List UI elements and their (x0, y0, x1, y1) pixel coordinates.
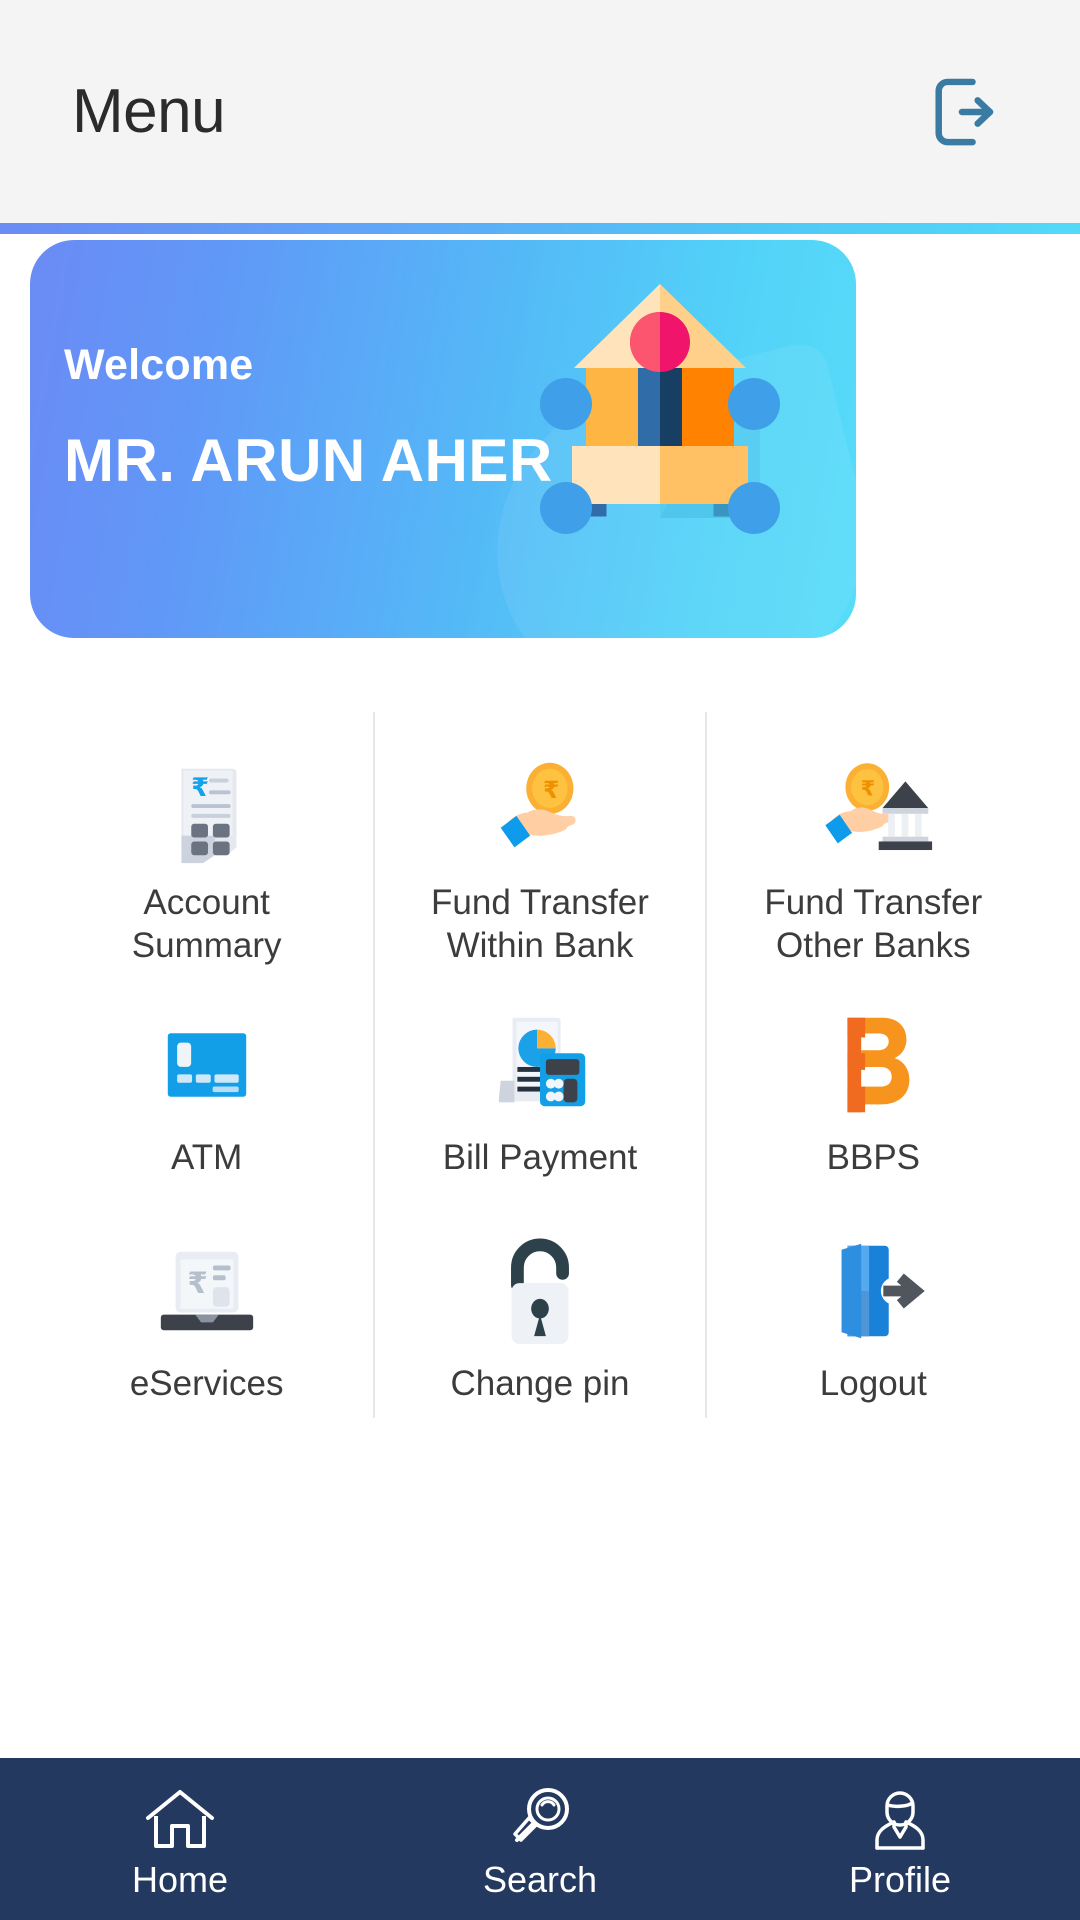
menu-tile-atm[interactable]: ATM (40, 967, 374, 1193)
header-accent-bar (0, 223, 1080, 234)
bottom-navigation-bar: Home Search Profile (0, 1758, 1080, 1920)
hand-rupee-coin-icon: ₹ (474, 744, 606, 876)
hand-coin-bank-icon: ₹ (807, 744, 939, 876)
menu-tile-label-line1: Fund Transfer (431, 883, 649, 922)
menu-tile-label: ATM (171, 1138, 243, 1178)
menu-tile-label-line1: Fund Transfer (764, 883, 983, 922)
menu-tile-label: eServices (129, 1363, 284, 1403)
menu-tile-label: Bill Payment (442, 1138, 638, 1178)
menu-tile-label: Fund Transfer Within Bank (431, 882, 649, 967)
app-header: Menu (0, 0, 1080, 223)
nav-item-label: Search (482, 1859, 598, 1900)
nav-item-home[interactable]: Home (0, 1780, 360, 1898)
page-title: Menu (72, 76, 226, 146)
menu-tile-label: Logout (819, 1363, 927, 1403)
nav-item-search[interactable]: Search (360, 1780, 720, 1898)
logout-icon (935, 78, 994, 145)
svg-text:₹: ₹ (861, 777, 876, 801)
receipt-rupee-icon: ₹ (141, 744, 273, 876)
bank-building-network-icon (540, 284, 780, 534)
menu-tile-bbps[interactable]: BBPS (706, 967, 1040, 1193)
menu-grid: ₹ Account Summary ₹ Fund Transfer Within… (40, 712, 1040, 1419)
menu-tile-label: BBPS (826, 1138, 921, 1178)
nav-item-label: Home (131, 1859, 229, 1900)
bbps-logo-icon (807, 999, 939, 1131)
search-icon (501, 1780, 579, 1858)
home-icon (141, 1780, 219, 1858)
menu-tile-fund-transfer-within-bank[interactable]: ₹ Fund Transfer Within Bank (373, 712, 707, 968)
menu-tile-logout[interactable]: Logout (706, 1192, 1040, 1418)
menu-tile-eservices[interactable]: ₹ eServices (40, 1192, 374, 1418)
invoice-calculator-icon (474, 999, 606, 1131)
padlock-icon (474, 1225, 606, 1357)
svg-text:₹: ₹ (191, 773, 209, 803)
menu-tile-fund-transfer-other-banks[interactable]: ₹ Fund Transfer Other Banks (706, 712, 1040, 968)
welcome-greeting: Welcome (64, 341, 254, 389)
logout-button[interactable] (918, 66, 1010, 158)
menu-tile-bill-payment[interactable]: Bill Payment (373, 967, 707, 1193)
welcome-text-group: Welcome MR. ARUN AHER (64, 344, 553, 491)
laptop-rupee-icon: ₹ (141, 1225, 273, 1357)
menu-tile-label: Fund Transfer Other Banks (764, 882, 982, 967)
menu-tile-label: Account Summary (131, 883, 282, 965)
menu-tile-account-summary[interactable]: ₹ Account Summary (40, 712, 374, 968)
door-exit-icon (807, 1225, 939, 1357)
menu-tile-label-line2: Within Bank (446, 925, 634, 965)
menu-tile-label: Change pin (450, 1363, 630, 1403)
welcome-card: Welcome MR. ARUN AHER (30, 240, 856, 638)
welcome-user-name: MR. ARUN AHER (64, 427, 553, 494)
debit-card-icon (141, 999, 273, 1131)
nav-item-label: Profile (848, 1859, 952, 1900)
nav-item-profile[interactable]: Profile (720, 1780, 1080, 1898)
menu-tile-change-pin[interactable]: Change pin (373, 1192, 707, 1419)
svg-text:₹: ₹ (543, 776, 559, 804)
profile-icon (861, 1780, 939, 1858)
menu-tile-label-line2: Other Banks (776, 925, 971, 965)
svg-text:₹: ₹ (187, 1266, 208, 1300)
